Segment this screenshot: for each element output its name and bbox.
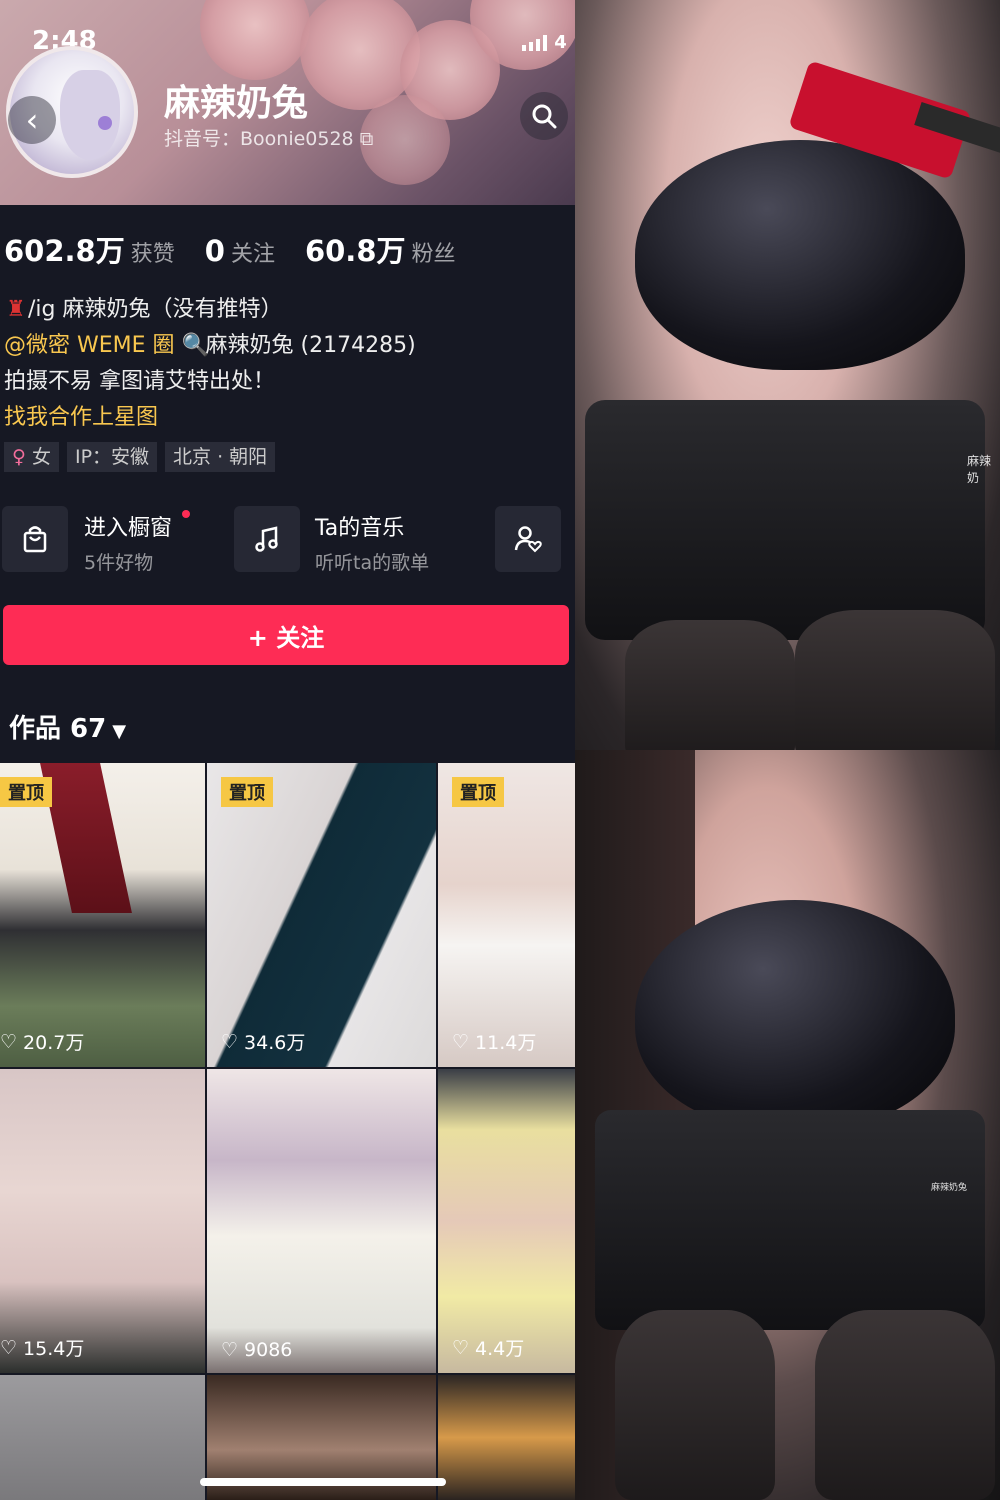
likes-count: 15.4万 <box>23 1338 85 1360</box>
profile-name: 麻辣奶兔 <box>164 83 309 124</box>
pinned-badge: 置顶 <box>221 777 273 807</box>
bio-line-1-text: /ig 麻辣奶兔（没有推特） <box>28 297 283 322</box>
video-thumbnail[interactable]: ♡ 15.4万 <box>0 1069 205 1373</box>
watermark: 麻辣奶兔 <box>931 1183 968 1193</box>
heart-icon: ♡ <box>452 1336 470 1359</box>
stocking-right <box>815 1310 995 1500</box>
tab-works-label: 作品 67 <box>9 714 107 744</box>
pinned-badge: 置顶 <box>452 777 504 807</box>
video-likes: ♡ 15.4万 <box>0 1334 84 1361</box>
douyin-id-text: 抖音号：Boonie0528 <box>164 128 354 150</box>
shop-title[interactable]: 进入橱窗 <box>84 510 172 542</box>
photo-bottom: 麻辣奶兔 <box>575 750 1000 1500</box>
bio-cooperation-link[interactable]: 找我合作上星图 <box>4 400 416 436</box>
profile-stats: 602.8万 获赞 0 关注 60.8万 粉丝 <box>4 228 456 270</box>
video-thumbnail[interactable] <box>0 1375 205 1500</box>
bio-line-1: ♜/ig 麻辣奶兔（没有推特） <box>4 292 416 328</box>
pin-emoji-icon: ♜ <box>6 297 26 322</box>
skirt <box>595 1110 985 1330</box>
profile-screen: 2:48 4 ‹ 麻辣奶兔 抖音号：Boonie0528 ⧉ 602.8万 获赞 … <box>0 0 575 1500</box>
video-thumbnail[interactable]: 置顶 ♡ 20.7万 <box>0 763 205 1067</box>
pinned-badge: 置顶 <box>0 777 52 807</box>
photo-top: 麻辣奶 <box>575 0 1000 750</box>
friend-button[interactable] <box>495 506 561 572</box>
bio-line-2: @微密 WEME 圈 🔍麻辣奶兔 (2174285) <box>4 328 416 364</box>
heart-icon: ♡ <box>452 1030 470 1053</box>
garment-top <box>635 900 955 1130</box>
video-likes: ♡ 20.7万 <box>0 1028 84 1055</box>
search-icon <box>532 104 557 129</box>
search-button[interactable] <box>520 92 568 140</box>
caret-down-icon: ▼ <box>112 721 127 742</box>
likes-count: 20.7万 <box>23 1032 85 1054</box>
likes-count: 11.4万 <box>475 1032 537 1054</box>
heart-icon: ♡ <box>221 1030 239 1053</box>
music-subtitle: 听听ta的歌单 <box>315 552 430 574</box>
home-indicator <box>200 1478 446 1486</box>
stocking-right <box>795 610 995 750</box>
quick-actions: 进入橱窗 5件好物 Ta的音乐 听听ta的歌单 <box>2 506 572 574</box>
music-button[interactable] <box>234 506 300 572</box>
heart-icon: ♡ <box>0 1336 18 1359</box>
bio-mention-link[interactable]: @微密 WEME 圈 <box>4 333 175 358</box>
shopping-bag-icon <box>23 526 47 553</box>
video-thumbnail[interactable]: 置顶 ♡ 11.4万 <box>438 763 575 1067</box>
stat-followers-label: 粉丝 <box>411 242 456 267</box>
female-icon: ♀ <box>12 446 26 468</box>
stat-following[interactable]: 0 关注 <box>205 234 275 268</box>
tag-location: 北京 · 朝阳 <box>165 442 276 472</box>
stat-followers-value: 60.8万 <box>304 234 406 268</box>
tab-works[interactable]: 作品 67 ▼ <box>9 708 126 745</box>
magnifier-icon: 🔍 <box>181 333 209 358</box>
status-indicators: 4 <box>522 32 567 53</box>
shop-subtitle: 5件好物 <box>84 552 154 574</box>
back-icon[interactable]: ‹ <box>8 96 56 144</box>
likes-count: 9086 <box>244 1339 293 1361</box>
video-thumbnail[interactable]: 置顶 ♡ 34.6万 <box>207 763 436 1067</box>
video-thumbnail[interactable]: ♡ 9086 <box>207 1069 436 1373</box>
stocking-left <box>615 1310 775 1500</box>
tag-ip: IP：安徽 <box>66 442 158 472</box>
video-likes: ♡ 34.6万 <box>221 1028 305 1055</box>
stocking-left <box>625 620 795 750</box>
bio-line-3: 拍摄不易 拿图请艾特出处！ <box>4 369 275 394</box>
stat-likes[interactable]: 602.8万 获赞 <box>4 228 175 270</box>
likes-count: 34.6万 <box>244 1032 306 1054</box>
watermark: 麻辣奶 <box>967 454 992 485</box>
video-likes: ♡ 11.4万 <box>452 1028 536 1055</box>
stat-likes-value: 602.8万 <box>4 234 125 268</box>
music-title[interactable]: Ta的音乐 <box>315 510 404 542</box>
follow-button[interactable]: + 关注 <box>3 605 569 665</box>
video-thumbnail[interactable] <box>438 1375 575 1500</box>
skirt <box>585 400 985 640</box>
stat-followers[interactable]: 60.8万 粉丝 <box>305 228 456 270</box>
stat-following-value: 0 <box>204 234 225 268</box>
douyin-id: 抖音号：Boonie0528 ⧉ <box>164 124 373 151</box>
user-heart-icon <box>514 526 542 553</box>
bio-line-2-text: 麻辣奶兔 (2174285) <box>205 333 416 358</box>
profile-tags: ♀ 女 IP：安徽 北京 · 朝阳 <box>4 442 276 472</box>
copy-icon[interactable]: ⧉ <box>360 128 374 150</box>
profile-bio: ♜/ig 麻辣奶兔（没有推特） @微密 WEME 圈 🔍麻辣奶兔 (217428… <box>4 292 416 436</box>
likes-count: 4.4万 <box>475 1338 525 1360</box>
tie-shape <box>40 763 132 913</box>
heart-icon: ♡ <box>0 1030 18 1053</box>
avatar-eye <box>98 116 112 130</box>
heart-icon: ♡ <box>221 1339 239 1361</box>
garment-top <box>635 140 965 370</box>
avatar-hair <box>60 70 120 160</box>
signal-icon <box>522 35 548 51</box>
music-note-icon <box>255 526 278 552</box>
video-thumbnail[interactable]: ♡ 4.4万 <box>438 1069 575 1373</box>
video-likes: ♡ 4.4万 <box>452 1334 524 1361</box>
stat-following-label: 关注 <box>230 242 275 267</box>
tag-gender: ♀ 女 <box>4 442 59 472</box>
tag-gender-text: 女 <box>31 446 51 468</box>
video-likes: ♡ 9086 <box>221 1339 292 1361</box>
notification-dot <box>182 510 190 518</box>
stat-likes-label: 获赞 <box>130 242 175 267</box>
shop-button[interactable] <box>2 506 68 572</box>
battery-level: 4 <box>554 32 567 53</box>
